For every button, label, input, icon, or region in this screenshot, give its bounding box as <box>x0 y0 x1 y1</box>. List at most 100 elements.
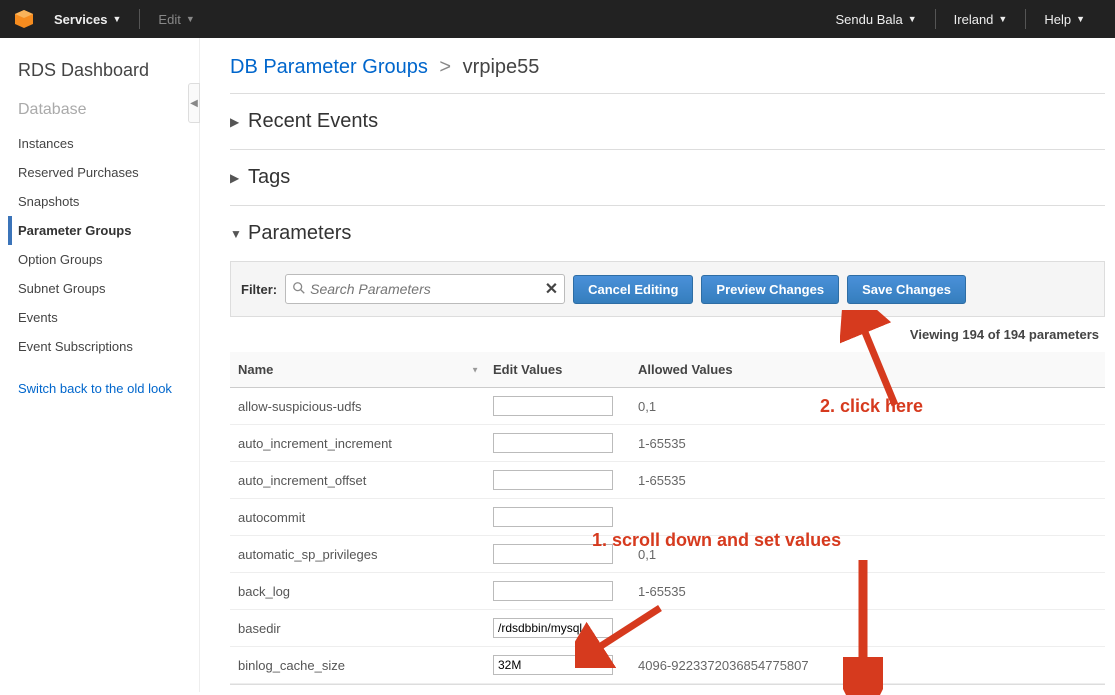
preview-changes-button[interactable]: Preview Changes <box>701 275 839 304</box>
param-allowed: 4096-9223372036854775807 <box>630 647 1105 684</box>
param-allowed: 0,1 <box>630 388 1105 425</box>
page-title: RDS Dashboard <box>18 60 199 81</box>
param-allowed: 1-65535 <box>630 425 1105 462</box>
chevron-down-icon: ▼ <box>186 14 195 24</box>
edit-label: Edit <box>158 12 180 27</box>
section-recent-events-header[interactable]: ▶ Recent Events <box>230 94 1105 149</box>
sidebar: RDS Dashboard Database Instances Reserve… <box>0 38 200 692</box>
section-title: Tags <box>248 166 290 189</box>
services-menu[interactable]: Services ▼ <box>54 12 121 27</box>
sidebar-item-subnet-groups[interactable]: Subnet Groups <box>18 274 199 303</box>
search-icon <box>292 281 306 298</box>
sidebar-section-label: Database <box>18 101 199 119</box>
param-value-input[interactable] <box>493 507 613 527</box>
col-header-allowed[interactable]: Allowed Values <box>630 352 1105 388</box>
param-allowed: 0,1 <box>630 536 1105 573</box>
sidebar-item-reserved[interactable]: Reserved Purchases <box>18 158 199 187</box>
nav-divider <box>935 9 936 29</box>
table-row: autocommit <box>230 499 1105 536</box>
nav-divider <box>139 9 140 29</box>
section-title: Parameters <box>248 222 351 245</box>
breadcrumb-parent-link[interactable]: DB Parameter Groups <box>230 56 428 78</box>
table-row: basedir <box>230 610 1105 647</box>
table-row: binlog_cache_size 4096-922337203685477580… <box>230 647 1105 684</box>
top-nav: Services ▼ Edit ▼ Sendu Bala ▼ Ireland ▼… <box>0 0 1115 38</box>
param-value-input[interactable] <box>493 396 613 416</box>
user-menu[interactable]: Sendu Bala ▼ <box>836 12 917 27</box>
param-name: allow-suspicious-udfs <box>230 388 485 425</box>
param-allowed <box>630 499 1105 536</box>
param-name: back_log <box>230 573 485 610</box>
chevron-down-icon: ▼ <box>998 14 1007 24</box>
sidebar-collapse-handle[interactable]: ◀ <box>188 83 200 123</box>
section-title: Recent Events <box>248 110 378 133</box>
param-edit-cell <box>485 425 630 462</box>
user-label: Sendu Bala <box>836 12 903 27</box>
sidebar-item-instances[interactable]: Instances <box>18 129 199 158</box>
param-name: binlog_cache_size <box>230 647 485 684</box>
chevron-down-icon: ▼ <box>908 14 917 24</box>
table-row: auto_increment_offset 1-65535 <box>230 462 1105 499</box>
breadcrumb: DB Parameter Groups > vrpipe55 <box>230 38 1105 93</box>
param-edit-cell <box>485 462 630 499</box>
parameters-table: Name ▼ Edit Values Allowed Values allow-… <box>230 352 1105 684</box>
table-row: automatic_sp_privileges 0,1 <box>230 536 1105 573</box>
table-row: allow-suspicious-udfs 0,1 <box>230 388 1105 425</box>
region-label: Ireland <box>954 12 994 27</box>
breadcrumb-separator: > <box>439 56 451 78</box>
chevron-left-icon: ◀ <box>190 98 198 109</box>
region-menu[interactable]: Ireland ▼ <box>954 12 1008 27</box>
param-name: automatic_sp_privileges <box>230 536 485 573</box>
sidebar-item-events[interactable]: Events <box>18 303 199 332</box>
help-menu[interactable]: Help ▼ <box>1044 12 1085 27</box>
param-name: basedir <box>230 610 485 647</box>
cancel-editing-button[interactable]: Cancel Editing <box>573 275 693 304</box>
edit-menu[interactable]: Edit ▼ <box>158 12 194 27</box>
sidebar-item-parameter-groups[interactable]: Parameter Groups <box>8 216 199 245</box>
switch-old-look-link[interactable]: Switch back to the old look <box>18 381 199 396</box>
param-value-input[interactable] <box>493 618 613 638</box>
search-wrapper: ✕ <box>285 274 565 304</box>
sidebar-item-event-subs[interactable]: Event Subscriptions <box>18 332 199 361</box>
save-changes-button[interactable]: Save Changes <box>847 275 966 304</box>
col-header-edit[interactable]: Edit Values <box>485 352 630 388</box>
sidebar-item-option-groups[interactable]: Option Groups <box>18 245 199 274</box>
clear-search-icon[interactable]: ✕ <box>545 279 558 299</box>
filter-bar: Filter: ✕ Cancel Editing Preview Changes… <box>230 261 1105 317</box>
table-row: auto_increment_increment 1-65535 <box>230 425 1105 462</box>
filter-label: Filter: <box>241 282 277 297</box>
param-edit-cell <box>485 573 630 610</box>
param-edit-cell <box>485 647 630 684</box>
nav-divider <box>1025 9 1026 29</box>
triangle-right-icon: ▶ <box>230 171 248 185</box>
services-label: Services <box>54 12 108 27</box>
param-name: auto_increment_increment <box>230 425 485 462</box>
param-allowed: 1-65535 <box>630 462 1105 499</box>
help-label: Help <box>1044 12 1071 27</box>
triangle-right-icon: ▶ <box>230 115 248 129</box>
param-value-input[interactable] <box>493 544 613 564</box>
chevron-down-icon: ▼ <box>113 14 122 24</box>
chevron-down-icon: ▼ <box>1076 14 1085 24</box>
param-name: autocommit <box>230 499 485 536</box>
param-allowed <box>630 610 1105 647</box>
param-value-input[interactable] <box>493 433 613 453</box>
param-value-input[interactable] <box>493 581 613 601</box>
param-name: auto_increment_offset <box>230 462 485 499</box>
triangle-down-icon: ▼ <box>230 227 248 241</box>
param-edit-cell <box>485 499 630 536</box>
param-allowed: 1-65535 <box>630 573 1105 610</box>
param-edit-cell <box>485 388 630 425</box>
table-header-row: Name ▼ Edit Values Allowed Values <box>230 352 1105 388</box>
col-header-name[interactable]: Name ▼ <box>230 352 485 388</box>
sort-caret-icon: ▼ <box>471 365 479 374</box>
param-value-input[interactable] <box>493 470 613 490</box>
param-edit-cell <box>485 536 630 573</box>
aws-logo-icon[interactable] <box>12 7 36 31</box>
section-tags-header[interactable]: ▶ Tags <box>230 150 1105 205</box>
main-content: DB Parameter Groups > vrpipe55 ▶ Recent … <box>200 38 1115 692</box>
section-parameters-header[interactable]: ▼ Parameters <box>230 206 1105 261</box>
search-input[interactable] <box>310 277 545 301</box>
sidebar-item-snapshots[interactable]: Snapshots <box>18 187 199 216</box>
param-value-input[interactable] <box>493 655 613 675</box>
